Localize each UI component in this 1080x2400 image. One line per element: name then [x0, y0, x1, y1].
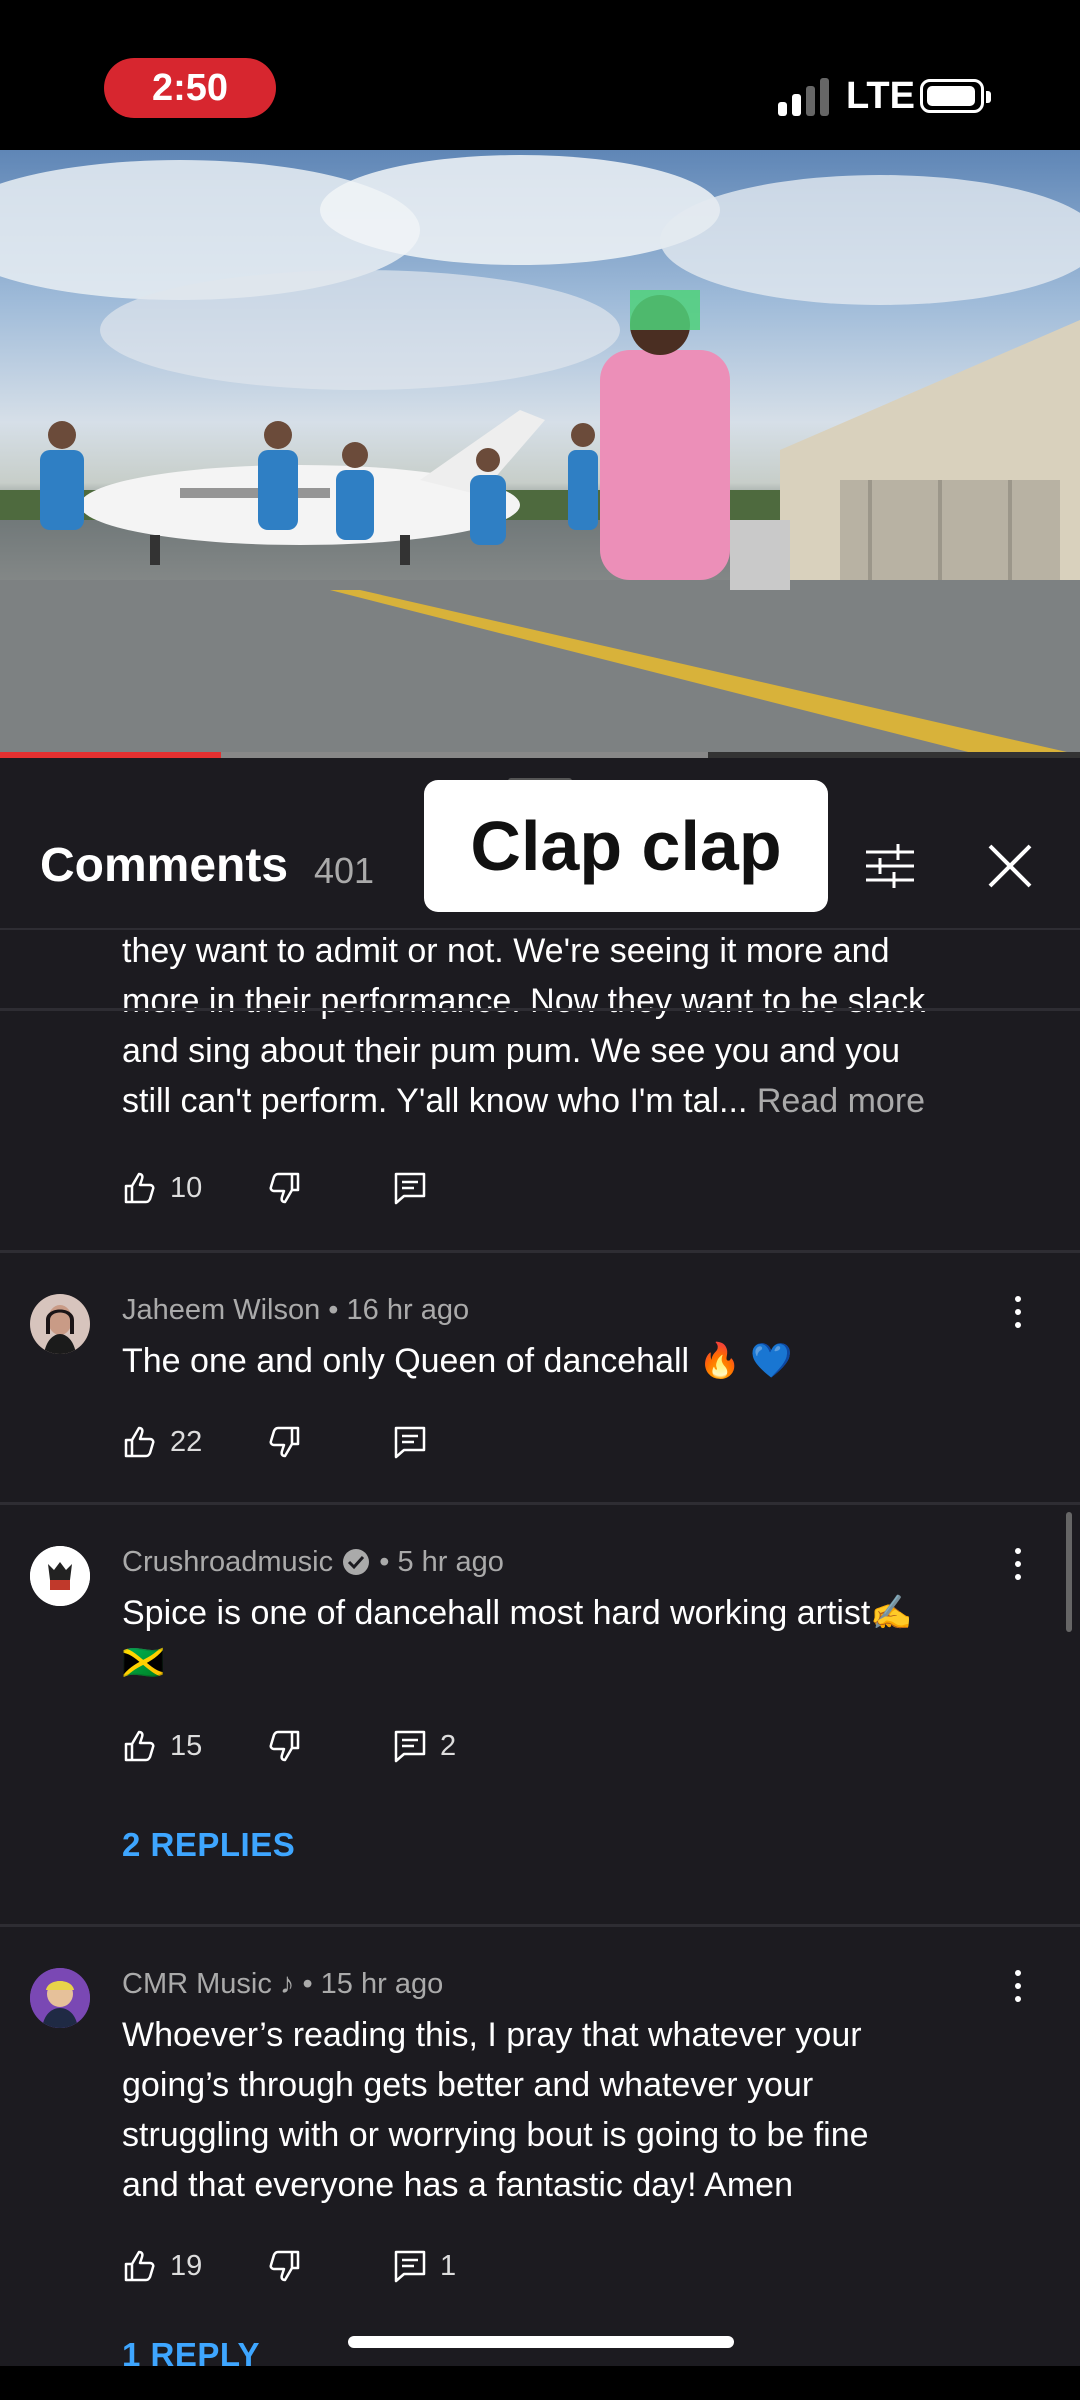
- comment-line: still can't perform. Y'all know who I'm …: [122, 1082, 748, 1120]
- dislike-button[interactable]: [266, 1166, 302, 1210]
- like-count: 22: [170, 1425, 203, 1458]
- reply-count: 1: [440, 2249, 457, 2282]
- avatar[interactable]: [30, 1294, 90, 1354]
- reply-button[interactable]: [392, 1420, 428, 1464]
- comment-actions: 22: [122, 1420, 522, 1464]
- avatar[interactable]: [30, 1546, 90, 1606]
- thumbs-up-icon: [124, 1730, 155, 1762]
- reply-comment-icon: [394, 1426, 426, 1459]
- comment-meta: Crushroadmusic • 5 hr ago: [122, 1546, 504, 1578]
- comments-title: Comments: [40, 839, 289, 892]
- comment-text: The one and only Queen of dancehall 🔥 💙: [122, 1342, 793, 1380]
- reply-button[interactable]: 2: [392, 1724, 456, 1768]
- video-player[interactable]: [0, 150, 1080, 755]
- signal-icon: [778, 76, 834, 116]
- dislike-button[interactable]: [266, 1420, 302, 1464]
- comment-age: 5 hr ago: [397, 1546, 504, 1578]
- comment-line: they want to admit or not. We're seeing …: [122, 932, 890, 970]
- comment-item: Jaheem Wilson • 16 hr ago The one and on…: [0, 1252, 1080, 1502]
- thumbs-up-icon: [124, 1172, 155, 1204]
- comment-text: Spice is one of dancehall most hard work…: [122, 1588, 1022, 1688]
- close-icon[interactable]: [982, 838, 1038, 894]
- thumbs-down-icon: [269, 1426, 300, 1458]
- reply-comment-icon: [394, 1172, 426, 1205]
- comments-panel: Comments 401 Clap clap they want to admi…: [0, 758, 1080, 2400]
- comment-line: going’s through gets better and whatever…: [122, 2066, 814, 2104]
- caption-overlay: Clap clap: [424, 780, 828, 912]
- like-button[interactable]: 15: [122, 1724, 202, 1768]
- comment-age: 15 hr ago: [320, 1968, 444, 2000]
- verified-check-icon: [343, 1549, 370, 1575]
- like-button[interactable]: 10: [122, 1166, 202, 1210]
- comment-line: 🇯🇲: [122, 1644, 165, 1682]
- thumbs-up-icon: [124, 2250, 155, 2282]
- more-vert-icon[interactable]: [1006, 1292, 1030, 1332]
- like-count: 10: [170, 1171, 203, 1204]
- reply-comment-icon: [394, 2250, 426, 2283]
- read-more-link[interactable]: Read more: [757, 1082, 925, 1120]
- status-time: 2:50: [104, 58, 276, 118]
- comment-line: and that everyone has a fantastic day! A…: [122, 2166, 793, 2204]
- comment-text: they want to admit or not. We're seeing …: [122, 926, 1042, 1126]
- bottom-bar: [0, 2366, 1080, 2400]
- comment-author[interactable]: Crushroadmusic: [122, 1546, 333, 1578]
- comment-line: struggling with or worrying bout is goin…: [122, 2116, 869, 2154]
- thumbs-down-icon: [269, 2250, 300, 2282]
- view-replies-button[interactable]: 2 REPLIES: [122, 1826, 295, 1864]
- divider: [0, 1008, 1080, 1011]
- like-button[interactable]: 19: [122, 2244, 202, 2288]
- thumbs-down-icon: [269, 1730, 300, 1762]
- comment-line: more in their performance. Now they want…: [122, 982, 926, 1020]
- comment-author[interactable]: CMR Music ♪: [122, 1968, 294, 2000]
- comment-item: Crushroadmusic • 5 hr ago Spice is one o…: [0, 1504, 1080, 1928]
- reply-count: 2: [440, 1729, 457, 1762]
- thumbs-up-icon: [124, 1426, 155, 1458]
- reply-comment-icon: [394, 1730, 426, 1763]
- battery-icon: [920, 79, 991, 113]
- comment-actions: 10: [122, 1166, 522, 1210]
- more-vert-icon[interactable]: [1006, 1966, 1030, 2006]
- like-button[interactable]: 22: [122, 1420, 202, 1464]
- network-type: LTE: [846, 75, 915, 117]
- like-count: 15: [170, 1729, 203, 1762]
- reply-button[interactable]: [392, 1166, 428, 1210]
- reply-button[interactable]: 1: [392, 2244, 456, 2288]
- comment-line: and sing about their pum pum. We see you…: [122, 1032, 901, 1070]
- dislike-button[interactable]: [266, 2244, 302, 2288]
- comment-actions: 19 1: [122, 2244, 522, 2288]
- comment-author[interactable]: Jaheem Wilson: [122, 1294, 320, 1326]
- comment-item: CMR Music ♪ • 15 hr ago Whoever’s readin…: [0, 1926, 1080, 2400]
- more-vert-icon[interactable]: [1006, 1544, 1030, 1584]
- comments-count: 401: [314, 850, 375, 891]
- thumbs-down-icon: [269, 1172, 300, 1204]
- comment-age: 16 hr ago: [346, 1294, 470, 1326]
- home-indicator[interactable]: [348, 2336, 734, 2348]
- comment-text: Whoever’s reading this, I pray that what…: [122, 2010, 1042, 2210]
- comments-header: Comments 401 Clap clap: [0, 758, 1080, 930]
- like-count: 19: [170, 2249, 203, 2282]
- avatar[interactable]: [30, 1968, 90, 2028]
- comment-actions: 15 2: [122, 1724, 522, 1768]
- comment-line: Spice is one of dancehall most hard work…: [122, 1594, 913, 1632]
- dislike-button[interactable]: [266, 1724, 302, 1768]
- scrollbar[interactable]: [1066, 1512, 1072, 1632]
- comment-meta: CMR Music ♪ • 15 hr ago: [122, 1968, 444, 2000]
- status-bar: 2:50 LTE: [0, 0, 1080, 150]
- comment-line: Whoever’s reading this, I pray that what…: [122, 2016, 862, 2054]
- comment-meta: Jaheem Wilson • 16 hr ago: [122, 1294, 470, 1326]
- filter-sliders-icon[interactable]: [860, 836, 920, 896]
- video-frame: [0, 155, 1080, 755]
